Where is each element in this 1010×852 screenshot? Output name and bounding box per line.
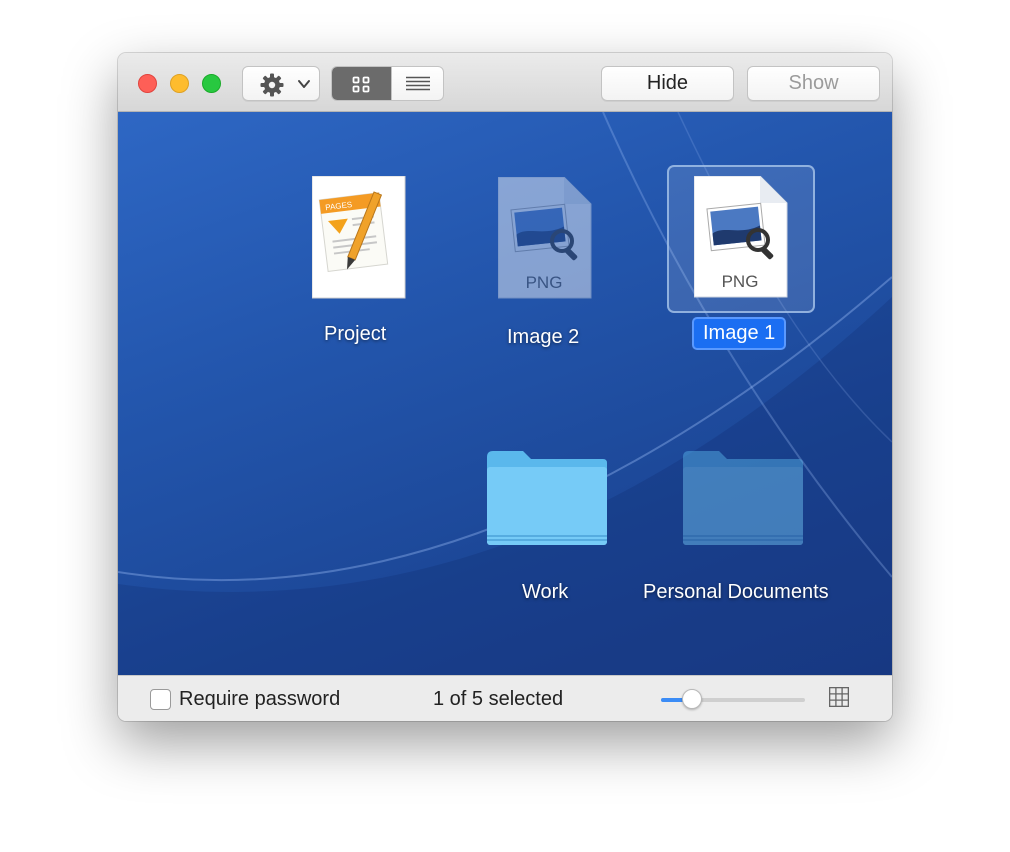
file-item-image-2[interactable]: PNG (497, 176, 592, 299)
list-view-icon (406, 76, 430, 91)
folder-label[interactable]: Work (522, 581, 568, 604)
selection-count: 1 of 5 selected (433, 688, 564, 710)
pages-document-icon: PAGES (311, 175, 406, 299)
slider-knob[interactable] (682, 689, 703, 709)
list-view-button[interactable] (391, 67, 443, 100)
grid-size-icon[interactable] (829, 687, 849, 707)
file-label[interactable]: Image 2 (507, 326, 579, 349)
icon-view[interactable]: PAGES Project PNG Image 2 PNG Image 1 Wo… (118, 112, 892, 675)
toolbar: Hide Show (118, 53, 892, 112)
grid-view-button[interactable] (332, 67, 391, 100)
minimize-window-button[interactable] (170, 74, 189, 93)
close-window-button[interactable] (138, 74, 157, 93)
hide-button[interactable]: Hide (601, 66, 734, 101)
view-mode-control (331, 66, 444, 101)
grid-view-icon (352, 76, 370, 93)
file-item-image-1[interactable]: PNG (693, 175, 788, 298)
chevron-down-icon (298, 80, 310, 88)
action-menu-button[interactable] (242, 66, 320, 101)
folder-item-work[interactable] (485, 449, 609, 547)
folder-icon (683, 451, 803, 545)
require-password-label[interactable]: Require password (179, 688, 340, 711)
icon-size-slider[interactable] (661, 688, 807, 710)
status-bar: Require password 1 of 5 selected (118, 675, 892, 721)
folder-label[interactable]: Personal Documents (643, 581, 829, 604)
folder-icon (487, 451, 607, 545)
png-document-icon: PNG (693, 175, 788, 298)
file-label-selected[interactable]: Image 1 (692, 317, 787, 350)
png-document-icon: PNG (497, 176, 592, 299)
zoom-window-button[interactable] (202, 74, 221, 93)
require-password-checkbox[interactable] (150, 689, 171, 710)
file-item-project[interactable]: PAGES (311, 175, 406, 300)
show-button[interactable]: Show (747, 66, 880, 101)
file-type-badge: PNG (526, 273, 563, 292)
finder-window: Hide Show PAGES Project PNG Image 2 PNG … (118, 53, 892, 721)
gear-icon (260, 73, 284, 97)
file-label[interactable]: Project (324, 323, 386, 346)
file-type-badge: PNG (722, 272, 759, 291)
folder-item-personal-documents[interactable] (681, 449, 805, 547)
